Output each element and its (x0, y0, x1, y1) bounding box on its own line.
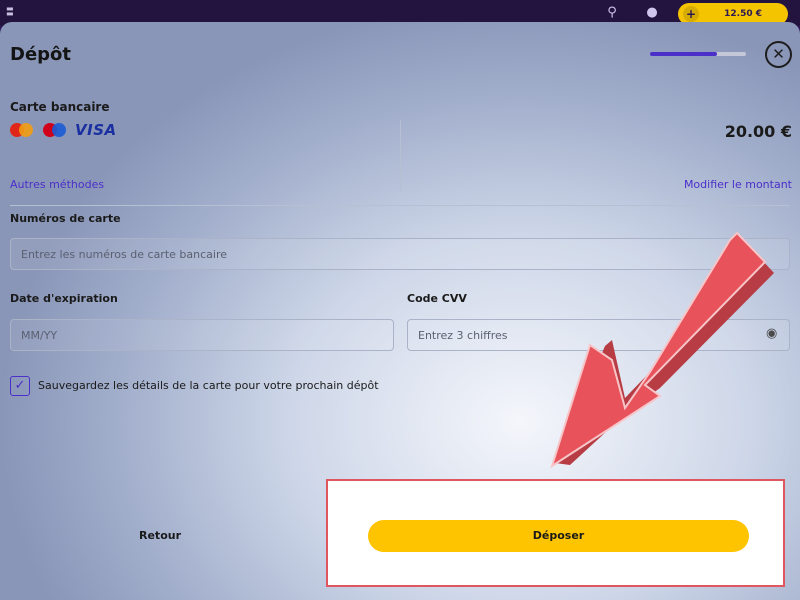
step-progress-fill (650, 52, 718, 56)
eye-icon[interactable]: ◉ (766, 326, 777, 341)
visa-logo: VISA (75, 121, 117, 139)
close-button[interactable]: ✕ (765, 41, 792, 68)
save-card-label: Sauvegardez les détails de la carte pour… (38, 379, 379, 392)
expiry-label: Date d'expiration (10, 292, 118, 305)
deposit-button[interactable]: Déposer (368, 520, 749, 552)
cvv-input[interactable] (407, 319, 790, 351)
card-number-input[interactable] (10, 238, 790, 270)
modify-amount-link[interactable]: Modifier le montant (684, 178, 792, 191)
search-icon[interactable]: ⚲ (604, 5, 620, 21)
maestro-logo (43, 123, 69, 139)
mastercard-logo (10, 123, 36, 139)
balance-amount: 12.50 € (724, 9, 762, 19)
save-card-checkbox[interactable]: ✓ (10, 376, 30, 396)
bell-icon[interactable]: ● (644, 5, 660, 21)
back-button[interactable]: Retour (139, 529, 181, 542)
cvv-label: Code CVV (407, 292, 467, 305)
deposit-amount: 20.00 € (724, 122, 792, 141)
other-methods-link[interactable]: Autres méthodes (10, 178, 104, 191)
horizontal-divider (10, 205, 790, 206)
menu-logo-icon[interactable]: ▬ ▬ (6, 5, 14, 18)
modal-title: Dépôt (10, 44, 72, 65)
checkmark-icon: ✓ (14, 378, 26, 393)
card-number-label: Numéros de carte (10, 212, 121, 225)
close-icon: ✕ (772, 45, 785, 63)
card-brand-logos: VISA (10, 121, 120, 139)
vertical-divider (400, 120, 401, 192)
expiry-input[interactable] (10, 319, 394, 351)
payment-method-label: Carte bancaire (10, 100, 110, 114)
plus-icon[interactable]: + (683, 6, 699, 22)
step-progress-bar (650, 52, 746, 56)
